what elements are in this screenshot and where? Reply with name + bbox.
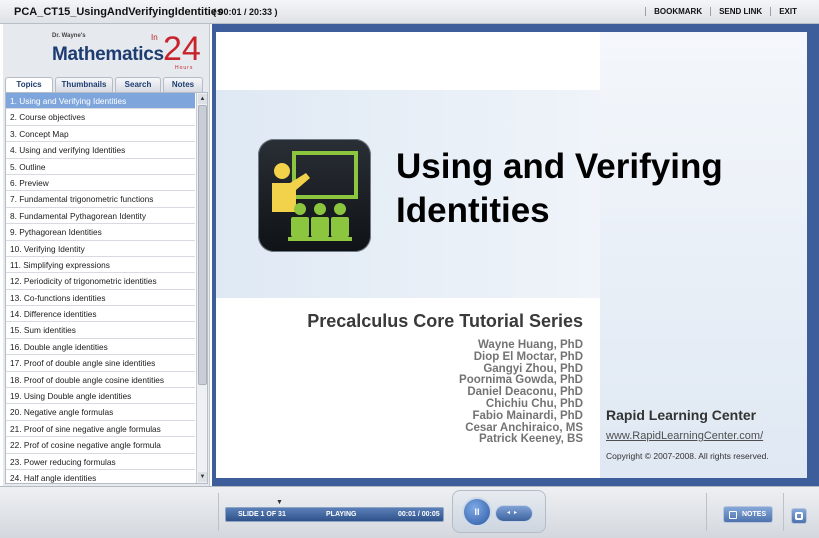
topic-list-item[interactable]: 18. Proof of double angle cosine identit… bbox=[6, 372, 195, 389]
topic-list-item[interactable]: 21. Proof of sine negative angle formula… bbox=[6, 421, 195, 438]
topics-list: 1. Using and Verifying Identities 2. Cour… bbox=[6, 93, 195, 483]
send-link-link[interactable]: SEND LINK bbox=[710, 7, 770, 16]
top-links: BOOKMARK SEND LINK EXIT bbox=[645, 7, 805, 16]
logo-prefix: In bbox=[151, 33, 158, 42]
topic-list-item[interactable]: 24. Half angle identities bbox=[6, 470, 195, 483]
topic-list-item[interactable]: 8. Fundamental Pythagorean Identity bbox=[6, 208, 195, 225]
tab-thumbnails[interactable]: Thumbnails bbox=[55, 77, 113, 92]
author-name: Chichiu Chu, PhD bbox=[485, 397, 583, 410]
author-name: Patrick Keeney, BS bbox=[479, 433, 583, 446]
divider bbox=[218, 493, 219, 531]
slide-title-line-2: Identities bbox=[396, 191, 550, 230]
progress-bar[interactable]: ▼ SLIDE 1 OF 31 PLAYING 00:01 / 00:05 bbox=[225, 499, 444, 522]
fullscreen-icon bbox=[795, 512, 803, 520]
topic-list-item[interactable]: 9. Pythagorean Identities bbox=[6, 224, 195, 241]
logo-byline: Dr. Wayne's bbox=[52, 33, 86, 39]
topic-list-item[interactable]: 4. Using and verifying Identities bbox=[6, 142, 195, 159]
topic-list-item[interactable]: 10. Verifying Identity bbox=[6, 241, 195, 257]
panel-tabs: Topics Thumbnails Search Notes bbox=[5, 77, 203, 92]
previous-next-buttons[interactable]: ◂▸ bbox=[495, 505, 533, 522]
fullscreen-button[interactable] bbox=[791, 508, 807, 524]
divider bbox=[783, 493, 784, 531]
company-url-link[interactable]: www.RapidLearningCenter.com/ bbox=[606, 430, 763, 442]
logo-name: Mathematics bbox=[52, 44, 164, 65]
topic-list-item[interactable]: 6. Preview bbox=[6, 175, 195, 192]
topic-list-item[interactable]: 19. Using Double angle identities bbox=[6, 388, 195, 405]
mathematics-in-24-hours-logo: Dr. Wayne's Mathematics In 24 Hours bbox=[3, 24, 210, 74]
copyright-text: Copyright © 2007-2008. All rights reserv… bbox=[606, 451, 769, 461]
author-name: Fabio Mainardi, PhD bbox=[472, 409, 583, 422]
tab-notes[interactable]: Notes bbox=[163, 77, 203, 92]
scrollbar-thumb[interactable] bbox=[198, 105, 207, 385]
left-panel: Dr. Wayne's Mathematics In 24 Hours Topi… bbox=[3, 24, 210, 486]
scroll-up-arrow-icon[interactable]: ▲ bbox=[198, 94, 207, 104]
logo-suffix: Hours bbox=[175, 65, 194, 71]
topic-list-item[interactable]: 13. Co-functions identities bbox=[6, 290, 195, 307]
topics-list-panel: 1. Using and Verifying Identities 2. Cour… bbox=[5, 92, 208, 484]
topic-list-item[interactable]: 22. Prof of cosine negative angle formul… bbox=[6, 437, 195, 454]
total-time: ( 00:01 / 20:33 ) bbox=[213, 7, 278, 17]
author-name: Diop El Moctar, PhD bbox=[473, 350, 583, 363]
divider bbox=[706, 493, 707, 531]
top-bar: PCA_CT15_UsingAndVerifyingIdentities ( 0… bbox=[0, 0, 819, 24]
slide-counter: SLIDE 1 OF 31 bbox=[238, 511, 286, 518]
play-status: PLAYING bbox=[326, 511, 357, 518]
topic-list-item[interactable]: 12. Periodicity of trigonometric identit… bbox=[6, 273, 195, 290]
player-bar: ▼ SLIDE 1 OF 31 PLAYING 00:01 / 00:05 II… bbox=[0, 486, 819, 538]
tab-topics[interactable]: Topics bbox=[5, 77, 53, 92]
author-list: Wayne Huang, PhD Diop El Moctar, PhD Gangy… bbox=[216, 339, 583, 446]
company-name: Rapid Learning Center bbox=[606, 407, 757, 423]
slide-title-line-1: Using and Verifying bbox=[396, 147, 723, 186]
slide-canvas: Using and Verifying Identities Precalcul… bbox=[216, 32, 807, 478]
slide-title: Using and Verifying Identities bbox=[396, 145, 776, 233]
playback-controls: II ◂▸ bbox=[452, 490, 546, 533]
topic-list-item[interactable]: 5. Outline bbox=[6, 159, 195, 175]
topic-list-item[interactable]: 14. Difference identities bbox=[6, 306, 195, 323]
topic-list-item[interactable]: 16. Double angle identities bbox=[6, 339, 195, 356]
topic-list-item[interactable]: 15. Sum identities bbox=[6, 322, 195, 339]
exit-link[interactable]: EXIT bbox=[770, 7, 805, 16]
scroll-down-arrow-icon[interactable]: ▼ bbox=[198, 472, 207, 482]
logo-number: 24 bbox=[163, 30, 201, 68]
topic-list-item[interactable]: 11. Simplifying expressions bbox=[6, 257, 195, 274]
slide-frame: Using and Verifying Identities Precalcul… bbox=[212, 24, 819, 486]
notes-button[interactable]: NOTES bbox=[723, 506, 773, 523]
topic-list-item[interactable]: 2. Course objectives bbox=[6, 109, 195, 126]
course-title: PCA_CT15_UsingAndVerifyingIdentities bbox=[14, 6, 224, 18]
topic-list-item[interactable]: 17. Proof of double angle sine identitie… bbox=[6, 355, 195, 372]
tab-search[interactable]: Search bbox=[115, 77, 161, 92]
bookmark-link[interactable]: BOOKMARK bbox=[645, 7, 710, 16]
topic-list-item[interactable]: 3. Concept Map bbox=[6, 126, 195, 143]
series-name: Precalculus Core Tutorial Series bbox=[307, 311, 583, 331]
teacher-presentation-icon bbox=[258, 139, 371, 252]
pause-button[interactable]: II bbox=[462, 497, 492, 527]
notes-label: NOTES bbox=[742, 511, 767, 518]
topics-scrollbar[interactable]: ▲ ▼ bbox=[196, 93, 207, 483]
topic-list-item[interactable]: 7. Fundamental trigonometric functions bbox=[6, 191, 195, 208]
notes-icon bbox=[729, 511, 737, 519]
topic-list-item[interactable]: 23. Power reducing formulas bbox=[6, 454, 195, 470]
topic-list-item[interactable]: 20. Negative angle formulas bbox=[6, 404, 195, 421]
slide-elapsed: 00:01 / 00:05 bbox=[398, 511, 440, 518]
progress-marker-icon[interactable]: ▼ bbox=[276, 499, 283, 506]
topic-list-item[interactable]: 1. Using and Verifying Identities bbox=[6, 93, 195, 110]
